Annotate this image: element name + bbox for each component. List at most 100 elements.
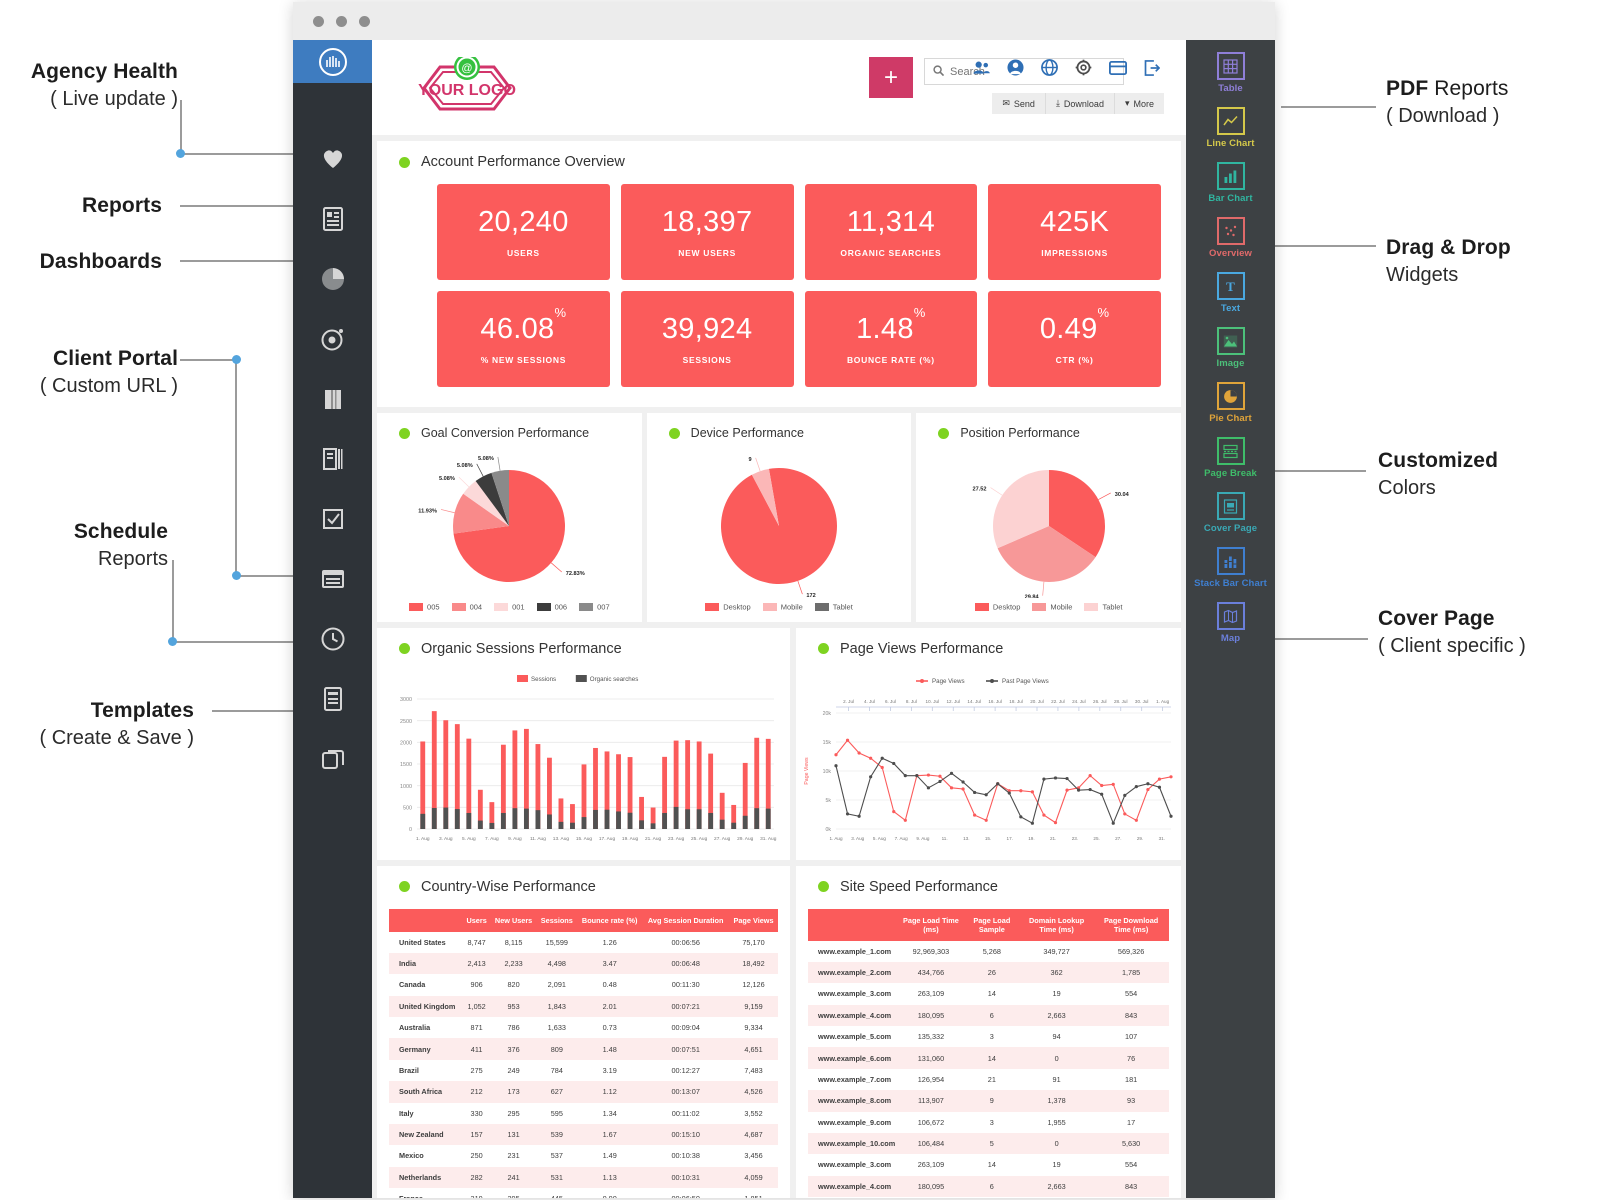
users-icon[interactable] xyxy=(973,60,990,75)
widget-table[interactable]: Table xyxy=(1186,52,1275,94)
legend-label: Mobile xyxy=(780,602,803,612)
window-dot-maximize[interactable] xyxy=(359,15,370,27)
sidebar-item-templates[interactable] xyxy=(293,669,372,729)
table-cell: New Zealand xyxy=(399,1130,444,1140)
send-button[interactable]: ✉ Send xyxy=(992,93,1046,114)
table-row: New Zealand 157 131 539 1.67 00:15:10 4,687 xyxy=(389,1123,778,1146)
svg-text:7. Aug: 7. Aug xyxy=(895,836,908,841)
device-performance-pie: 172 9 xyxy=(647,448,912,598)
gear-icon[interactable] xyxy=(1075,59,1092,76)
logout-icon[interactable] xyxy=(1144,59,1160,76)
globe-icon[interactable] xyxy=(1041,59,1058,76)
leader-dot xyxy=(176,149,185,158)
kpi-value: 425K xyxy=(1040,206,1110,238)
more-button[interactable]: ▾ More xyxy=(1115,93,1164,114)
table-cell: 00:10:31 xyxy=(671,1172,700,1182)
table-cell: 107 xyxy=(1125,1032,1138,1042)
envelope-icon: ✉ xyxy=(1002,98,1010,108)
download-button[interactable]: ⤓ Download xyxy=(1046,93,1115,114)
legend-item: 007 xyxy=(579,602,610,612)
table-cell: 00:06:48 xyxy=(671,959,700,969)
widget-page-break[interactable]: Page Break xyxy=(1186,437,1275,479)
kpi-label: IMPRESSIONS xyxy=(1041,248,1108,258)
status-dot xyxy=(938,427,950,439)
page-root: Agency Health ( Live update ) Reports Da… xyxy=(0,0,1600,1200)
leader-line xyxy=(180,359,236,361)
widget-line-chart[interactable]: Line Chart xyxy=(1186,107,1275,149)
window-dot-close[interactable] xyxy=(313,15,324,27)
card-icon[interactable] xyxy=(1109,60,1127,75)
table-cell: 0.48 xyxy=(602,980,617,990)
sidebar-item-reports[interactable] xyxy=(293,189,372,249)
sidebar-item-tasks[interactable] xyxy=(293,489,372,549)
sidebar-item-layers[interactable] xyxy=(293,729,372,789)
legend-item: 005 xyxy=(409,602,440,612)
table-cell: 1,052 xyxy=(467,1001,486,1011)
report-icon xyxy=(322,207,344,231)
sidebar-item-dashboards[interactable] xyxy=(293,249,372,309)
table-cell: 531 xyxy=(550,1172,563,1182)
table-cell: 19 xyxy=(1052,989,1061,999)
sidebar-item-agency-health[interactable] xyxy=(293,129,372,189)
legend-item: Tablet xyxy=(1084,602,1122,612)
sidebar-item-history[interactable] xyxy=(293,609,372,669)
client-logo[interactable]: YOUR LOGO @ xyxy=(406,53,528,119)
app-sidebar xyxy=(293,40,372,1198)
window-dot-minimize[interactable] xyxy=(336,15,347,27)
sidebar-item-schedule[interactable] xyxy=(293,549,372,609)
table-cell: 113,907 xyxy=(918,1096,944,1106)
position-performance-legend: Desktop Mobile Tablet xyxy=(916,598,1181,622)
account-icon[interactable] xyxy=(1007,59,1024,76)
widget-cover-page[interactable]: Cover Page xyxy=(1186,492,1275,534)
table-cell: 8,747 xyxy=(467,937,486,947)
table-cell: 131,060 xyxy=(917,1053,945,1063)
text-icon: T xyxy=(1216,272,1245,300)
table-header-cell: Page Load Sample xyxy=(963,908,1020,941)
callout-cover-page: Cover Page ( Client specific ) xyxy=(1378,605,1526,659)
add-widget-button[interactable]: + xyxy=(869,57,913,98)
widget-image[interactable]: Image xyxy=(1186,327,1275,369)
svg-text:6. Jul: 6. Jul xyxy=(885,699,896,704)
table-cell: 295 xyxy=(491,1188,537,1198)
position-performance-pie: 30.04 29.84 27.52 xyxy=(916,448,1181,598)
table-row: Netherlands 282 241 531 1.13 00:10:31 4,059 xyxy=(389,1166,778,1189)
table-header-cell: Page Load Time (ms) xyxy=(898,908,964,941)
callout-title: Client Portal xyxy=(53,347,178,370)
svg-text:27.52: 27.52 xyxy=(972,487,986,493)
svg-text:9. Aug: 9. Aug xyxy=(508,836,522,842)
legend-label: Tablet xyxy=(1102,602,1123,612)
widget-pie-chart[interactable]: Pie Chart xyxy=(1186,382,1275,424)
sidebar-item-clients[interactable] xyxy=(293,369,372,429)
table-row: United States 8,747 8,115 15,599 1.26 00:06:5… xyxy=(389,932,778,953)
sidebar-logo[interactable] xyxy=(293,40,372,83)
legend-label: Mobile xyxy=(1050,602,1073,612)
svg-text:1500: 1500 xyxy=(400,762,412,768)
table-cell: 3 xyxy=(964,1197,1020,1198)
table-cell: www.example_1.com xyxy=(818,946,892,956)
table-cell: France xyxy=(389,1188,463,1198)
leader-line xyxy=(235,359,237,576)
widget-overview[interactable]: Overview xyxy=(1186,217,1275,259)
widget-text[interactable]: T Text xyxy=(1186,272,1275,314)
widget-map[interactable]: Map xyxy=(1186,602,1275,644)
panel-title: Organic Sessions Performance xyxy=(377,628,790,665)
table-cell: 14 xyxy=(987,1053,996,1063)
panel-title: Country-Wise Performance xyxy=(377,866,790,903)
svg-text:29.: 29. xyxy=(1137,836,1143,841)
svg-text:5.08%: 5.08% xyxy=(478,456,494,462)
table-cell: 157 xyxy=(470,1130,483,1140)
table-cell: 00:09:04 xyxy=(671,1023,700,1033)
panel-title: Device Performance xyxy=(647,413,912,448)
svg-text:23.: 23. xyxy=(1072,836,1078,841)
sidebar-item-library[interactable] xyxy=(293,429,372,489)
table-cell: 7,483 xyxy=(744,1065,763,1075)
status-dot xyxy=(399,643,410,655)
svg-text:1. Aug: 1. Aug xyxy=(829,836,842,841)
table-row: www.example_7.com 126,954 21 91 181 xyxy=(808,1069,1169,1090)
sidebar-item-goals[interactable] xyxy=(293,309,372,369)
widget-stack-bar[interactable]: Stack Bar Chart xyxy=(1186,547,1275,589)
table-cell: 17 xyxy=(1127,1117,1136,1127)
widget-bar-chart[interactable]: Bar Chart xyxy=(1186,162,1275,204)
callout-title: Reports xyxy=(81,194,162,217)
table-cell: 8,115 xyxy=(504,937,523,947)
